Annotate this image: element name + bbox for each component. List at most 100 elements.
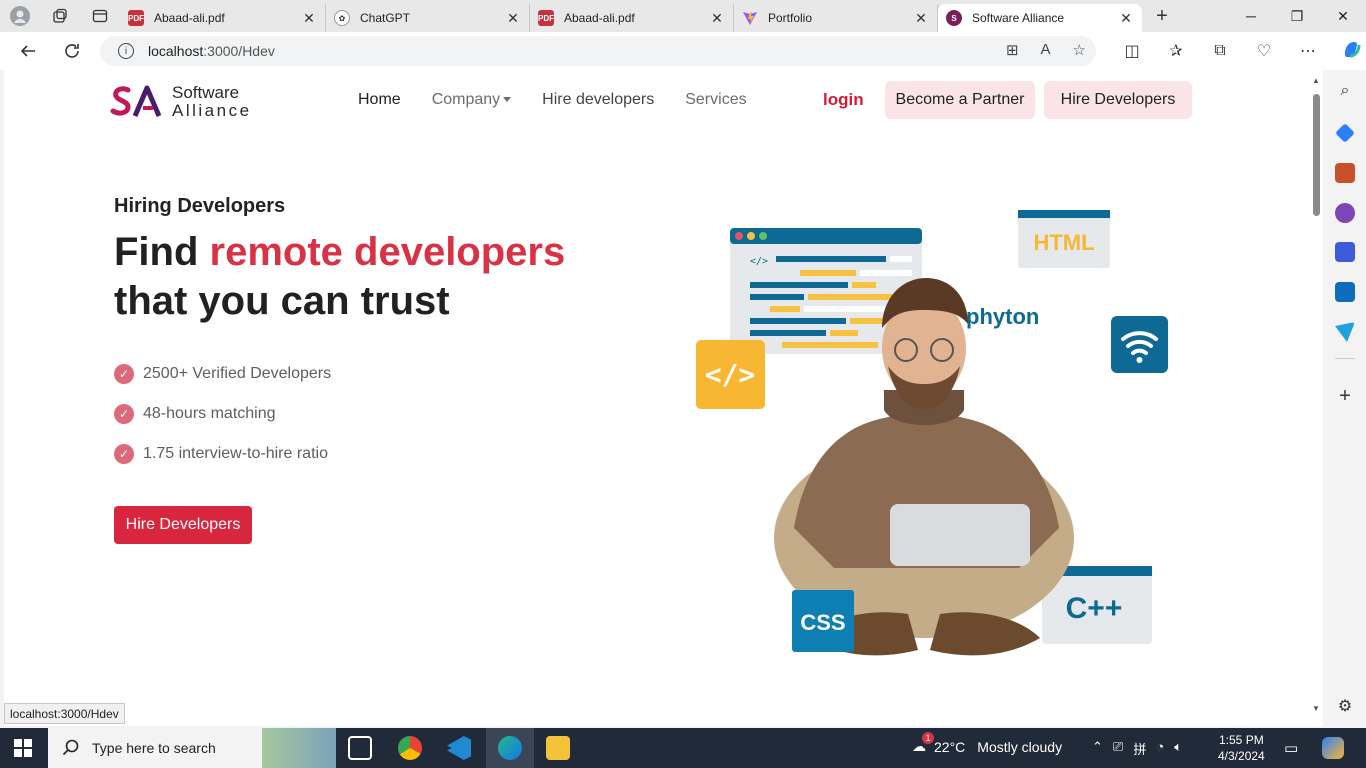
- new-tab-icon[interactable]: +: [1142, 5, 1182, 28]
- office-icon[interactable]: [1335, 242, 1355, 262]
- more-menu-icon[interactable]: ⋯: [1286, 41, 1330, 61]
- nav-company[interactable]: Company: [431, 91, 512, 109]
- nav-services[interactable]: Services: [685, 91, 746, 109]
- minimize-icon[interactable]: ─: [1228, 0, 1274, 32]
- become-partner-button[interactable]: Become a Partner: [885, 81, 1035, 119]
- login-link[interactable]: login: [823, 90, 864, 110]
- nav-home[interactable]: Home: [358, 91, 401, 109]
- copilot-icon[interactable]: [1330, 39, 1366, 64]
- outlook-icon[interactable]: [1335, 282, 1355, 302]
- clock-date: 4/3/2024: [1218, 749, 1265, 763]
- profile-icon[interactable]: [0, 0, 40, 32]
- add-sidebar-icon[interactable]: +: [1335, 386, 1355, 406]
- page-scrollbar[interactable]: ▲ ▼: [1309, 70, 1323, 726]
- browser-essentials-icon[interactable]: ♡: [1242, 41, 1286, 61]
- tab-close-icon[interactable]: ✕: [505, 10, 521, 27]
- tab-chatgpt[interactable]: ✿ ChatGPT ✕: [326, 4, 530, 32]
- weather-widget[interactable]: ☁ 1 22°C Mostly cloudy: [912, 732, 1063, 755]
- tab-software-alliance[interactable]: S Software Alliance ✕: [938, 4, 1142, 32]
- send-icon[interactable]: [1335, 322, 1355, 342]
- edge-icon[interactable]: [498, 736, 522, 760]
- games-icon[interactable]: [1335, 203, 1355, 223]
- tab-title: Portfolio: [768, 11, 813, 25]
- feature-text: 1.75 interview-to-hire ratio: [143, 445, 328, 462]
- read-aloud-icon[interactable]: A: [1041, 41, 1051, 59]
- favorite-star-icon[interactable]: ☆: [1073, 41, 1086, 59]
- copilot-taskbar-icon[interactable]: [1322, 737, 1344, 759]
- logo-text-line1: Software: [172, 83, 240, 102]
- chrome-icon[interactable]: [398, 736, 422, 760]
- ime-icon[interactable]: 拼: [1133, 739, 1146, 758]
- python-label: phyton: [966, 304, 1039, 329]
- hero-illustration: </> HTML phyton </> C++ CSS: [684, 198, 1184, 678]
- header-hire-developers-button[interactable]: Hire Developers: [1044, 81, 1192, 119]
- logo-text-line2: Alliance: [172, 101, 252, 120]
- tray-expand-icon[interactable]: ⌃: [1092, 739, 1103, 758]
- scrollbar-thumb[interactable]: [1313, 94, 1320, 216]
- tab-close-icon[interactable]: ✕: [301, 10, 317, 27]
- headline-accent: remote developers: [209, 230, 566, 274]
- check-icon: ✓: [114, 364, 134, 384]
- nav-hire-developers[interactable]: Hire developers: [542, 91, 654, 109]
- close-window-icon[interactable]: ✕: [1320, 0, 1366, 32]
- shopping-icon[interactable]: [1335, 123, 1355, 143]
- tab-actions-icon[interactable]: [80, 0, 120, 32]
- app-available-icon[interactable]: ⊞: [1006, 41, 1019, 59]
- html-label: HTML: [1033, 230, 1094, 255]
- site-logo[interactable]: Software Alliance: [110, 84, 252, 120]
- site-info-icon[interactable]: i: [118, 43, 134, 59]
- feature-item: ✓ 48-hours matching: [114, 394, 331, 434]
- task-view-icon[interactable]: [348, 736, 372, 760]
- check-icon: ✓: [114, 444, 134, 464]
- address-bar[interactable]: i localhost:3000/Hdev ⊞ A ☆: [100, 36, 1096, 66]
- tab-close-icon[interactable]: ✕: [1118, 10, 1134, 27]
- clock-time: 1:55 PM: [1219, 733, 1264, 747]
- collections-icon[interactable]: ⧉: [1198, 42, 1242, 60]
- scroll-down-icon[interactable]: ▼: [1312, 704, 1320, 713]
- vscode-icon[interactable]: [447, 736, 471, 760]
- chevron-down-icon: [503, 97, 512, 103]
- file-explorer-icon[interactable]: [546, 736, 570, 760]
- search-icon[interactable]: ⌕: [1335, 82, 1355, 102]
- refresh-icon[interactable]: [50, 32, 94, 70]
- split-screen-icon[interactable]: ◫: [1110, 41, 1154, 61]
- meet-icon[interactable]: ⎚: [1113, 739, 1123, 758]
- css-label: CSS: [800, 610, 845, 635]
- favorites-icon[interactable]: ✰: [1154, 41, 1198, 61]
- tab-close-icon[interactable]: ✕: [913, 10, 929, 27]
- tab-pdf-2[interactable]: PDF Abaad-ali.pdf ✕: [530, 4, 734, 32]
- tab-close-icon[interactable]: ✕: [709, 10, 725, 27]
- network-icon[interactable]: ◔: [1156, 739, 1164, 758]
- workspaces-icon[interactable]: [40, 0, 80, 32]
- tools-icon[interactable]: [1335, 163, 1355, 183]
- taskbar-search-placeholder: Type here to search: [92, 740, 216, 756]
- css-badge-graphic: CSS: [792, 590, 854, 652]
- tab-portfolio[interactable]: Portfolio ✕: [734, 4, 938, 32]
- hero-hire-developers-button[interactable]: Hire Developers: [114, 506, 252, 544]
- back-icon[interactable]: [6, 32, 50, 70]
- taskbar-clock[interactable]: 1:55 PM 4/3/2024: [1218, 732, 1265, 764]
- url-path: :3000/Hdev: [203, 43, 275, 59]
- volume-icon[interactable]: 🔈︎: [1174, 739, 1182, 758]
- browser-toolbar: i localhost:3000/Hdev ⊞ A ☆ ◫ ✰ ⧉ ♡ ⋯: [0, 32, 1366, 70]
- pdf-icon: PDF: [128, 10, 144, 26]
- site-nav: Home Company Hire developers Services: [358, 91, 778, 109]
- windows-start-icon[interactable]: [14, 739, 32, 757]
- search-highlight-image: [262, 728, 336, 768]
- vite-icon: [742, 10, 758, 26]
- browser-tab-strip: PDF Abaad-ali.pdf ✕ ✿ ChatGPT ✕ PDF Abaa…: [0, 0, 1366, 32]
- weather-condition: Mostly cloudy: [977, 738, 1063, 755]
- settings-gear-icon[interactable]: ⚙: [1335, 696, 1355, 716]
- weather-temp: 22°C: [934, 738, 966, 755]
- scroll-up-icon[interactable]: ▲: [1312, 76, 1320, 85]
- notification-icon[interactable]: ▭: [1284, 739, 1298, 757]
- tab-pdf-1[interactable]: PDF Abaad-ali.pdf ✕: [120, 4, 326, 32]
- cloud-icon: ☁ 1: [912, 732, 934, 755]
- taskbar-search[interactable]: Type here to search: [48, 728, 336, 768]
- feature-item: ✓ 1.75 interview-to-hire ratio: [114, 434, 331, 474]
- restore-icon[interactable]: ❐: [1274, 0, 1320, 32]
- tab-title: ChatGPT: [360, 11, 411, 25]
- nav-company-label: Company: [431, 91, 501, 108]
- page-viewport: Software Alliance Home Company Hire deve…: [4, 70, 1309, 726]
- toolbar-right: ◫ ✰ ⧉ ♡ ⋯: [1110, 32, 1366, 70]
